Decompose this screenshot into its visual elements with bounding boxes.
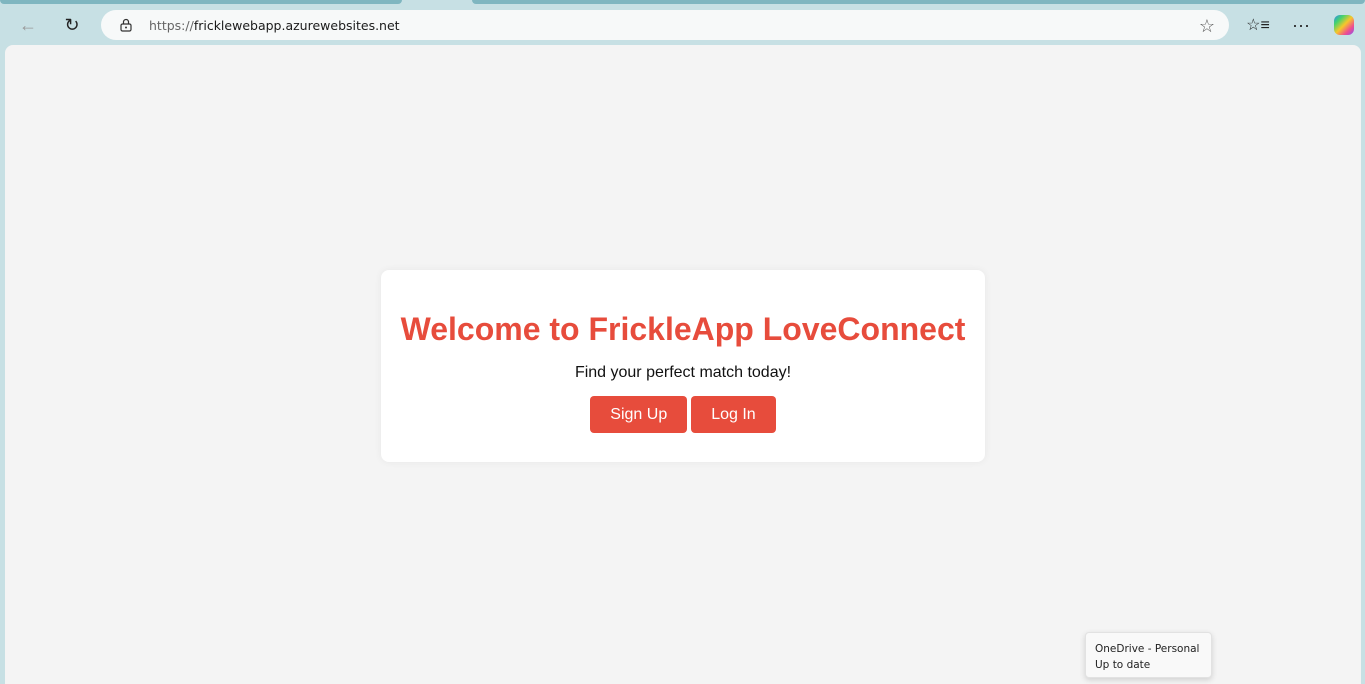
page-viewport: Welcome to FrickleApp LoveConnect Find y… — [5, 45, 1361, 684]
more-menu-button[interactable]: ··· — [1285, 11, 1317, 39]
lock-icon — [120, 18, 132, 32]
favorite-star-icon[interactable]: ☆ — [1199, 16, 1215, 37]
page-title: Welcome to FrickleApp LoveConnect — [400, 311, 966, 347]
tooltip-title: OneDrive - Personal — [1095, 643, 1200, 655]
log-in-button[interactable]: Log In — [691, 396, 776, 433]
copilot-button[interactable] — [1328, 11, 1360, 39]
url-text: https://fricklewebapp.azurewebsites.net — [149, 17, 400, 33]
refresh-button[interactable]: ↻ — [56, 11, 88, 39]
welcome-card: Welcome to FrickleApp LoveConnect Find y… — [381, 270, 985, 462]
tagline: Find your perfect match today! — [574, 364, 792, 381]
arrow-left-icon: ← — [19, 14, 37, 35]
favorites-button[interactable]: ☆≡ — [1242, 11, 1274, 39]
favorites-list-icon: ☆≡ — [1246, 17, 1270, 34]
onedrive-status-tooltip: OneDrive - Personal Up to date — [1085, 632, 1212, 678]
tab-inactive[interactable] — [472, 0, 1365, 4]
copilot-icon — [1334, 15, 1354, 35]
ellipsis-icon: ··· — [1292, 14, 1310, 35]
address-bar[interactable]: https://fricklewebapp.azurewebsites.net … — [101, 10, 1229, 40]
back-button[interactable]: ← — [12, 11, 44, 39]
sign-up-button[interactable]: Sign Up — [590, 396, 688, 433]
browser-toolbar: ← ↻ https://fricklewebapp.azurewebsites.… — [0, 5, 1365, 45]
tab-inactive[interactable] — [0, 0, 402, 4]
refresh-icon: ↻ — [64, 14, 80, 35]
tooltip-status: Up to date — [1095, 659, 1151, 671]
